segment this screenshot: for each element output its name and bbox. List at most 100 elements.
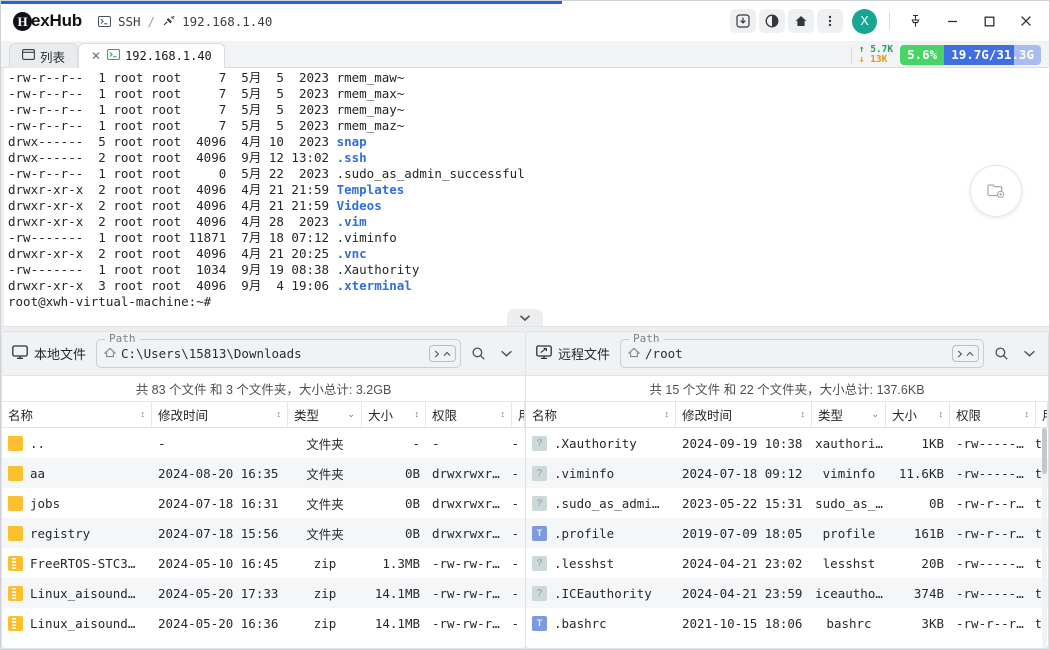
home-icon[interactable] [788, 9, 814, 33]
file-mtime: 2024-05-10 16:45 [152, 556, 288, 571]
terminal-line-meta: -rw------- 1 root root 11871 7月 18 07:12 [8, 230, 337, 245]
sort-icon[interactable]: ↕ [415, 410, 420, 419]
file-mtime: 2024-05-20 17:33 [152, 586, 288, 601]
sort-icon[interactable]: ↕ [141, 410, 146, 419]
table-row[interactable]: T.bashrc2021-10-15 18:06bashrc3KB-rw-r--… [526, 608, 1048, 638]
remote-column-header-4[interactable]: 权限↕ [950, 402, 1036, 427]
download-icon[interactable] [730, 9, 756, 33]
remote-path-nav-buttons[interactable] [952, 345, 979, 362]
file-name-cell[interactable]: jobs [2, 496, 152, 511]
file-name-cell[interactable]: ?.Xauthority [526, 436, 676, 451]
close-icon[interactable]: ✕ [91, 49, 101, 63]
file-name-cell[interactable]: ? .sudo_as_admi… [526, 496, 676, 511]
file-name-cell[interactable]: registry [2, 526, 152, 541]
sort-icon[interactable]: ↕ [1025, 410, 1030, 419]
close-button[interactable] [1009, 7, 1043, 35]
more-vertical-icon[interactable] [817, 9, 843, 33]
remote-column-header-1[interactable]: 修改时间 ↕ [676, 402, 812, 427]
local-search-icon[interactable] [467, 343, 489, 365]
minimize-button[interactable] [935, 7, 969, 35]
column-header-label: 修改时间 [682, 405, 732, 424]
scrollbar-thumb[interactable] [1042, 428, 1047, 474]
file-transfer-icon[interactable] [970, 165, 1022, 217]
local-options-chevron-down-icon[interactable] [495, 343, 517, 365]
table-row[interactable]: aa2024-08-20 16:35文件夹0Bdrwxrwxr…-/- [2, 458, 525, 488]
remote-column-header-3[interactable]: 大小↕ [886, 402, 950, 427]
file-name-cell[interactable]: .. [2, 436, 152, 451]
table-row[interactable]: ?.viminfo2024-07-18 09:12viminfo11.6KB-r… [526, 458, 1048, 488]
pin-icon[interactable] [898, 7, 932, 35]
text-file-icon: T [532, 526, 547, 541]
remote-search-icon[interactable] [990, 343, 1012, 365]
sort-icon[interactable]: ↕ [277, 410, 282, 419]
file-size: 1KB [886, 436, 950, 451]
terminal-line: drwxr-xr-x 3 root root 4096 9月 4 19:06 .… [8, 278, 1049, 294]
file-name-cell[interactable]: Linux_aisound… [2, 586, 152, 601]
remote-column-header-5[interactable]: 用户/组↕ [1036, 402, 1048, 427]
remote-file-list[interactable]: ?.Xauthority2024-09-19 10:38xauthori…1KB… [526, 428, 1048, 648]
scroll-to-bottom-button[interactable] [507, 309, 543, 326]
local-column-header-4[interactable]: 权限 ↕ [426, 402, 512, 427]
local-column-header-0[interactable]: 名称↕ [2, 402, 152, 427]
tab-list[interactable]: 列表 [9, 43, 78, 68]
remote-column-header-0[interactable]: 名称↕ [526, 402, 676, 427]
file-name: .bashrc [554, 616, 607, 631]
file-type: zip [288, 586, 362, 601]
terminal-line-meta: drwxr-xr-x 2 root root 4096 4月 21 20:25 [8, 246, 337, 261]
sort-icon[interactable]: ↕ [665, 410, 670, 419]
local-column-header-3[interactable]: 大小↕ [362, 402, 426, 427]
table-row[interactable]: FreeRTOS-STC3…2024-05-10 16:45zip1.3MB-r… [2, 548, 525, 578]
local-path-field[interactable]: Path C:\Users\15813\Downloads [96, 339, 461, 368]
contrast-icon[interactable] [759, 9, 785, 33]
sort-icon[interactable]: ↕ [801, 410, 806, 419]
table-row[interactable]: ?.Xauthority2024-09-19 10:38xauthori…1KB… [526, 428, 1048, 458]
terminal-line: -rw-r--r-- 1 root root 7 5月 5 2023 rmem_… [8, 102, 1049, 118]
tab-192-168-1-40[interactable]: ✕ 192.168.1.40 [78, 43, 225, 68]
avatar[interactable]: X [852, 9, 877, 34]
file-name-cell[interactable]: T.bashrc [526, 616, 676, 631]
file-name-cell[interactable]: ?.ICEauthority [526, 586, 676, 601]
file-name: .sudo_as_admi… [554, 496, 659, 511]
monitor-icon [12, 345, 28, 363]
local-column-header-2[interactable]: 类型⌄ [288, 402, 362, 427]
column-header-label: 权限 [432, 405, 457, 424]
file-name-cell[interactable]: ?.viminfo [526, 466, 676, 481]
unknown-file-icon: ? [532, 496, 547, 511]
table-row[interactable]: ?.lesshst2024-04-21 23:02lesshst20B-rw--… [526, 548, 1048, 578]
file-manager: 本地文件 Path C:\Users\15813\Downloads [1, 331, 1049, 649]
file-size: 161B [886, 526, 950, 541]
brand-name: exHub [31, 11, 82, 31]
terminal-file-name: .ssh [337, 150, 367, 165]
file-name-cell[interactable]: T.profile [526, 526, 676, 541]
maximize-button[interactable] [972, 7, 1006, 35]
local-column-header-1[interactable]: 修改时间↕ [152, 402, 288, 427]
table-row[interactable]: Linux_aisound…2024-05-20 16:36zip14.1MB-… [2, 608, 525, 638]
terminal-line: drwx------ 2 root root 4096 9月 12 13:02 … [8, 150, 1049, 166]
remote-scrollbar[interactable] [1042, 428, 1047, 648]
local-path-nav-buttons[interactable] [429, 345, 456, 362]
terminal-line: -rw-r--r-- 1 root root 7 5月 5 2023 rmem_… [8, 118, 1049, 134]
sort-icon[interactable]: ↕ [501, 410, 506, 419]
file-name-cell[interactable]: FreeRTOS-STC3… [2, 556, 152, 571]
file-name-cell[interactable]: aa [2, 466, 152, 481]
chevron-down-icon[interactable]: ⌄ [347, 410, 355, 419]
table-row[interactable]: jobs2024-07-18 16:31文件夹0Bdrwxrwxr…-/- [2, 488, 525, 518]
table-row[interactable]: T.profile2019-07-09 18:05profile161B-rw-… [526, 518, 1048, 548]
local-file-list[interactable]: ..-文件夹---/-aa2024-08-20 16:35文件夹0Bdrwxrw… [2, 428, 525, 648]
table-row[interactable]: ..-文件夹---/- [2, 428, 525, 458]
local-column-header-5[interactable]: 用户/组↕ [512, 402, 525, 427]
host-label: 192.168.1.40 [182, 14, 272, 29]
remote-column-header-2[interactable]: 类型⌄ [812, 402, 886, 427]
table-row[interactable]: registry2024-07-18 15:56文件夹0Bdrwxrwxr…-/… [2, 518, 525, 548]
sort-icon[interactable]: ↕ [939, 410, 944, 419]
file-name-cell[interactable]: Linux_aisound… [2, 616, 152, 631]
chevron-down-icon[interactable]: ⌄ [871, 410, 879, 419]
table-row[interactable]: Linux_aisound…2024-05-20 17:33zip14.1MB-… [2, 578, 525, 608]
table-row[interactable]: ?.sudo_as_admi…2023-05-22 15:31sudo_as_…… [526, 488, 1048, 518]
table-row[interactable]: ?.ICEauthority2024-04-21 23:59iceautho…3… [526, 578, 1048, 608]
remote-options-chevron-down-icon[interactable] [1018, 343, 1040, 365]
remote-path-field[interactable]: Path /root [620, 339, 984, 368]
file-type: 文件夹 [288, 524, 362, 543]
file-name-cell[interactable]: ?.lesshst [526, 556, 676, 571]
terminal-panel[interactable]: -rw-r--r-- 1 root root 7 5月 5 2023 rmem_… [1, 68, 1049, 326]
